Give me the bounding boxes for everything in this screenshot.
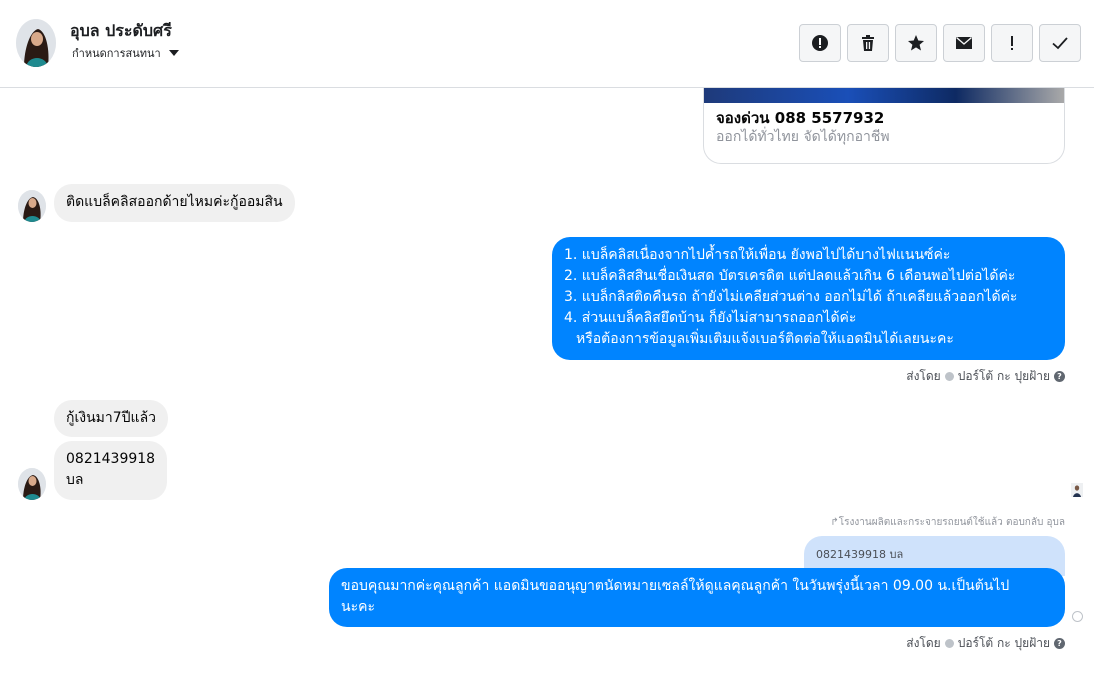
message-line: 4. ส่วนแบล็คลิสยึดบ้าน ก็ยังไม่สามารถออก… [564,310,857,326]
reply-context: ↱โรงงานผลิตและกระจายรถยนต์ใช้แล้ว ตอบกลั… [830,515,1065,530]
trash-icon [862,35,874,51]
outgoing-message[interactable]: 1. แบล็คลิสเนื่องจากไปค้ำรถให้เพื่อน ยัง… [552,237,1065,360]
incoming-message[interactable]: กู้เงินมา7ปีแล้ว [54,400,169,437]
exclamation-icon [1011,36,1013,50]
incoming-message[interactable]: 0821439918 บล [54,441,168,500]
page-icon [944,639,954,648]
contact-avatar[interactable] [16,19,56,67]
sender-avatar[interactable] [18,190,46,222]
mail-icon [956,36,972,49]
message-line: 2. แบล็คลิสสินเชื่อเงินสด บัตรเครดิต แต่… [564,268,1016,284]
sender-avatar[interactable] [18,468,46,500]
contact-name[interactable]: อุบล ประดับศรี [70,19,172,44]
mark-done-button[interactable] [1039,24,1081,62]
sender-name[interactable]: ปอร์โต้ กะ ปุยฝ้าย [958,634,1050,653]
message-line: ขอบคุณมากค่ะคุณลูกค้า แอดมินขออนุญาตนัดห… [341,578,1010,594]
sent-by-info: ส่งโดย ปอร์โต้ กะ ปุยฝ้าย ? [906,367,1065,386]
sent-by-label: ส่งโดย [906,369,941,383]
shared-post-card[interactable]: จองด่วน 088 5577932 ออกได้ทั่วไทย จัดได้… [703,88,1065,164]
sender-name[interactable]: ปอร์โต้ กะ ปุยฝ้าย [958,367,1050,386]
incoming-message[interactable]: ติดแบล็คลิสออกด้ายไหมค่ะกู้ออมสิน [54,184,295,222]
message-line: นะคะ [341,599,375,615]
message-line: บล [66,472,84,488]
follow-up-button[interactable] [991,24,1033,62]
help-icon[interactable]: ? [1054,638,1065,649]
help-icon[interactable]: ? [1054,371,1065,382]
reply-note-text: โรงงานผลิตและกระจายรถยนต์ใช้แล้ว ตอบกลับ… [838,517,1065,528]
message-line: 1. แบล็คลิสเนื่องจากไปค้ำรถให้เพื่อน ยัง… [564,247,951,263]
star-icon [908,35,924,51]
assign-conversation-dropdown[interactable]: กำหนดการสนทนา [72,44,179,62]
seen-indicator-avatar [1071,482,1083,497]
card-subtitle: ออกได้ทั่วไทย จัดได้ทุกอาชีพ [716,129,890,145]
delivered-check-icon [1072,611,1083,622]
header-actions [799,24,1081,62]
mark-unread-button[interactable] [943,24,985,62]
caret-down-icon [168,50,179,56]
star-button[interactable] [895,24,937,62]
card-image [704,88,1064,103]
spam-icon [812,35,828,51]
check-icon [1052,37,1068,50]
outgoing-message[interactable]: ขอบคุณมากค่ะคุณลูกค้า แอดมินขออนุญาตนัดห… [329,568,1065,627]
delete-button[interactable] [847,24,889,62]
message-line: 3. แบล็กลิสติดคืนรถ ถ้ายังไม่เคลียส่วนต่… [564,289,1018,305]
sent-by-info: ส่งโดย ปอร์โต้ กะ ปุยฝ้าย ? [906,634,1065,653]
message-line: หรือต้องการข้อมูลเพิ่มเติมแจ้งเบอร์ติดต่… [576,331,954,347]
sent-by-label: ส่งโดย [906,636,941,650]
message-line: 0821439918 [66,451,156,467]
conversation-header: อุบล ประดับศรี กำหนดการสนทนา [0,0,1094,88]
page-icon [944,372,954,381]
mark-spam-button[interactable] [799,24,841,62]
reply-arrow-icon: ↱ [830,517,839,528]
assign-label: กำหนดการสนทนา [72,47,161,60]
